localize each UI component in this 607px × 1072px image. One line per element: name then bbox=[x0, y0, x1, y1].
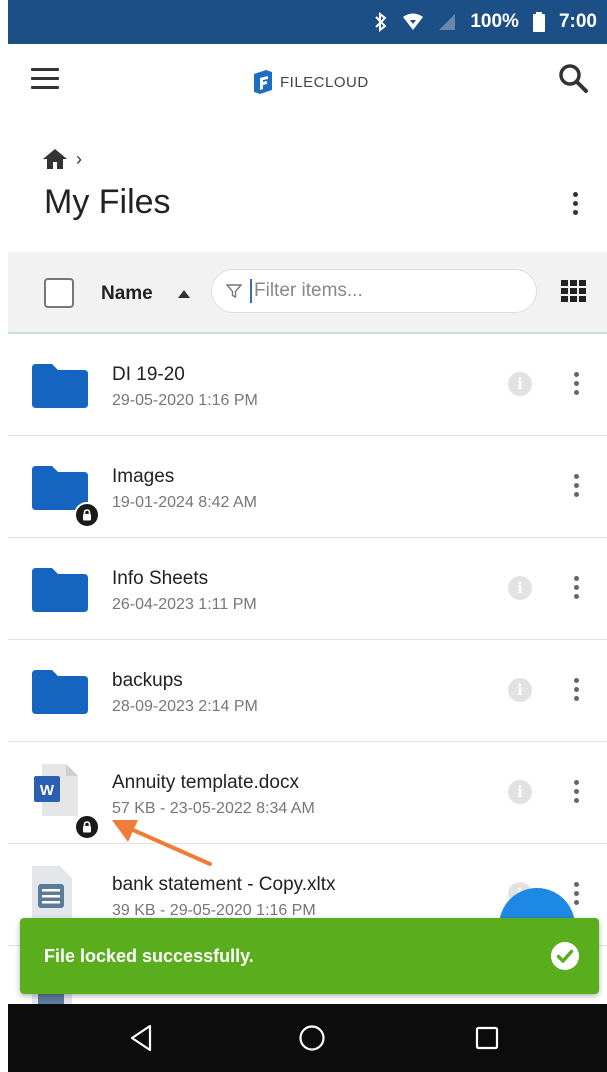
filter-input[interactable] bbox=[250, 279, 516, 303]
home-nav-icon[interactable] bbox=[298, 1024, 326, 1052]
toast-message: File locked successfully. bbox=[44, 946, 254, 966]
battery-percent: 100% bbox=[470, 11, 519, 32]
row-more-icon[interactable] bbox=[571, 882, 581, 910]
search-icon[interactable] bbox=[557, 62, 589, 94]
file-meta: 29-05-2020 1:16 PM bbox=[112, 392, 258, 409]
lock-icon bbox=[74, 502, 100, 528]
annotation-arrow bbox=[112, 820, 212, 866]
lock-icon bbox=[74, 814, 100, 840]
list-item[interactable]: Images 19-01-2024 8:42 AM bbox=[8, 436, 607, 538]
system-nav-bar bbox=[8, 1004, 607, 1072]
sort-ascending-icon[interactable] bbox=[178, 290, 190, 298]
breadcrumb: › bbox=[42, 148, 82, 170]
recents-icon[interactable] bbox=[475, 1026, 499, 1050]
list-toolbar: Name bbox=[8, 252, 607, 334]
folder-icon bbox=[32, 364, 88, 408]
list-item[interactable]: W Annuity template.docx 57 KB - 23-05-20… bbox=[8, 742, 607, 844]
row-more-icon[interactable] bbox=[571, 372, 581, 400]
file-name: DI 19-20 bbox=[112, 364, 185, 385]
clock: 7:00 bbox=[558, 11, 597, 32]
file-name: bank statement - Copy.xltx bbox=[112, 874, 336, 895]
info-icon[interactable]: i bbox=[508, 678, 532, 702]
file-name: Info Sheets bbox=[112, 568, 209, 589]
bluetooth-icon bbox=[374, 12, 388, 32]
row-more-icon[interactable] bbox=[571, 678, 581, 706]
check-circle-icon bbox=[551, 942, 579, 970]
file-name: Annuity template.docx bbox=[112, 772, 299, 793]
home-icon[interactable] bbox=[42, 148, 68, 170]
file-meta: 19-01-2024 8:42 AM bbox=[112, 494, 257, 511]
filter-box[interactable] bbox=[211, 269, 537, 313]
battery-icon bbox=[532, 12, 545, 32]
folder-icon bbox=[32, 670, 88, 714]
info-icon[interactable]: i bbox=[508, 372, 532, 396]
row-more-icon[interactable] bbox=[571, 474, 581, 502]
breadcrumb-separator: › bbox=[76, 148, 82, 169]
file-name: backups bbox=[112, 670, 183, 691]
list-item[interactable]: Info Sheets 26-04-2023 1:11 PM i bbox=[8, 538, 607, 640]
info-icon[interactable]: i bbox=[508, 576, 532, 600]
app-bar: FILECLOUD bbox=[8, 44, 607, 124]
select-all-checkbox[interactable] bbox=[44, 278, 74, 308]
toast-notification: File locked successfully. bbox=[20, 918, 599, 994]
menu-icon[interactable] bbox=[31, 68, 59, 90]
info-icon[interactable]: i bbox=[508, 780, 532, 804]
grid-view-icon[interactable] bbox=[561, 280, 587, 302]
wifi-icon bbox=[402, 13, 424, 31]
sort-by-name[interactable]: Name bbox=[101, 283, 153, 305]
row-more-icon[interactable] bbox=[571, 576, 581, 604]
page-title: My Files bbox=[44, 183, 171, 221]
word-file-icon: W bbox=[34, 764, 78, 816]
file-meta: 28-09-2023 2:14 PM bbox=[112, 698, 258, 715]
app-screen: 100% 7:00 FILECLOUD › My Files Name Filt… bbox=[8, 0, 607, 1072]
logo-text: FILECLOUD bbox=[280, 73, 369, 91]
document-icon bbox=[32, 866, 72, 918]
file-name: Images bbox=[112, 466, 175, 487]
signal-icon bbox=[438, 13, 456, 31]
folder-icon bbox=[32, 568, 88, 612]
filecloud-logo-icon bbox=[254, 70, 272, 94]
svg-text:W: W bbox=[40, 782, 55, 799]
row-more-icon[interactable] bbox=[571, 780, 581, 808]
status-bar: 100% 7:00 bbox=[8, 0, 607, 44]
list-item[interactable]: DI 19-20 29-05-2020 1:16 PM i bbox=[8, 334, 607, 436]
page-more-icon[interactable] bbox=[569, 192, 581, 220]
list-item[interactable]: backups 28-09-2023 2:14 PM i bbox=[8, 640, 607, 742]
back-icon[interactable] bbox=[128, 1024, 154, 1052]
filecloud-logo: FILECLOUD bbox=[252, 70, 369, 94]
filter-icon bbox=[226, 284, 242, 299]
file-meta: 26-04-2023 1:11 PM bbox=[112, 596, 257, 613]
